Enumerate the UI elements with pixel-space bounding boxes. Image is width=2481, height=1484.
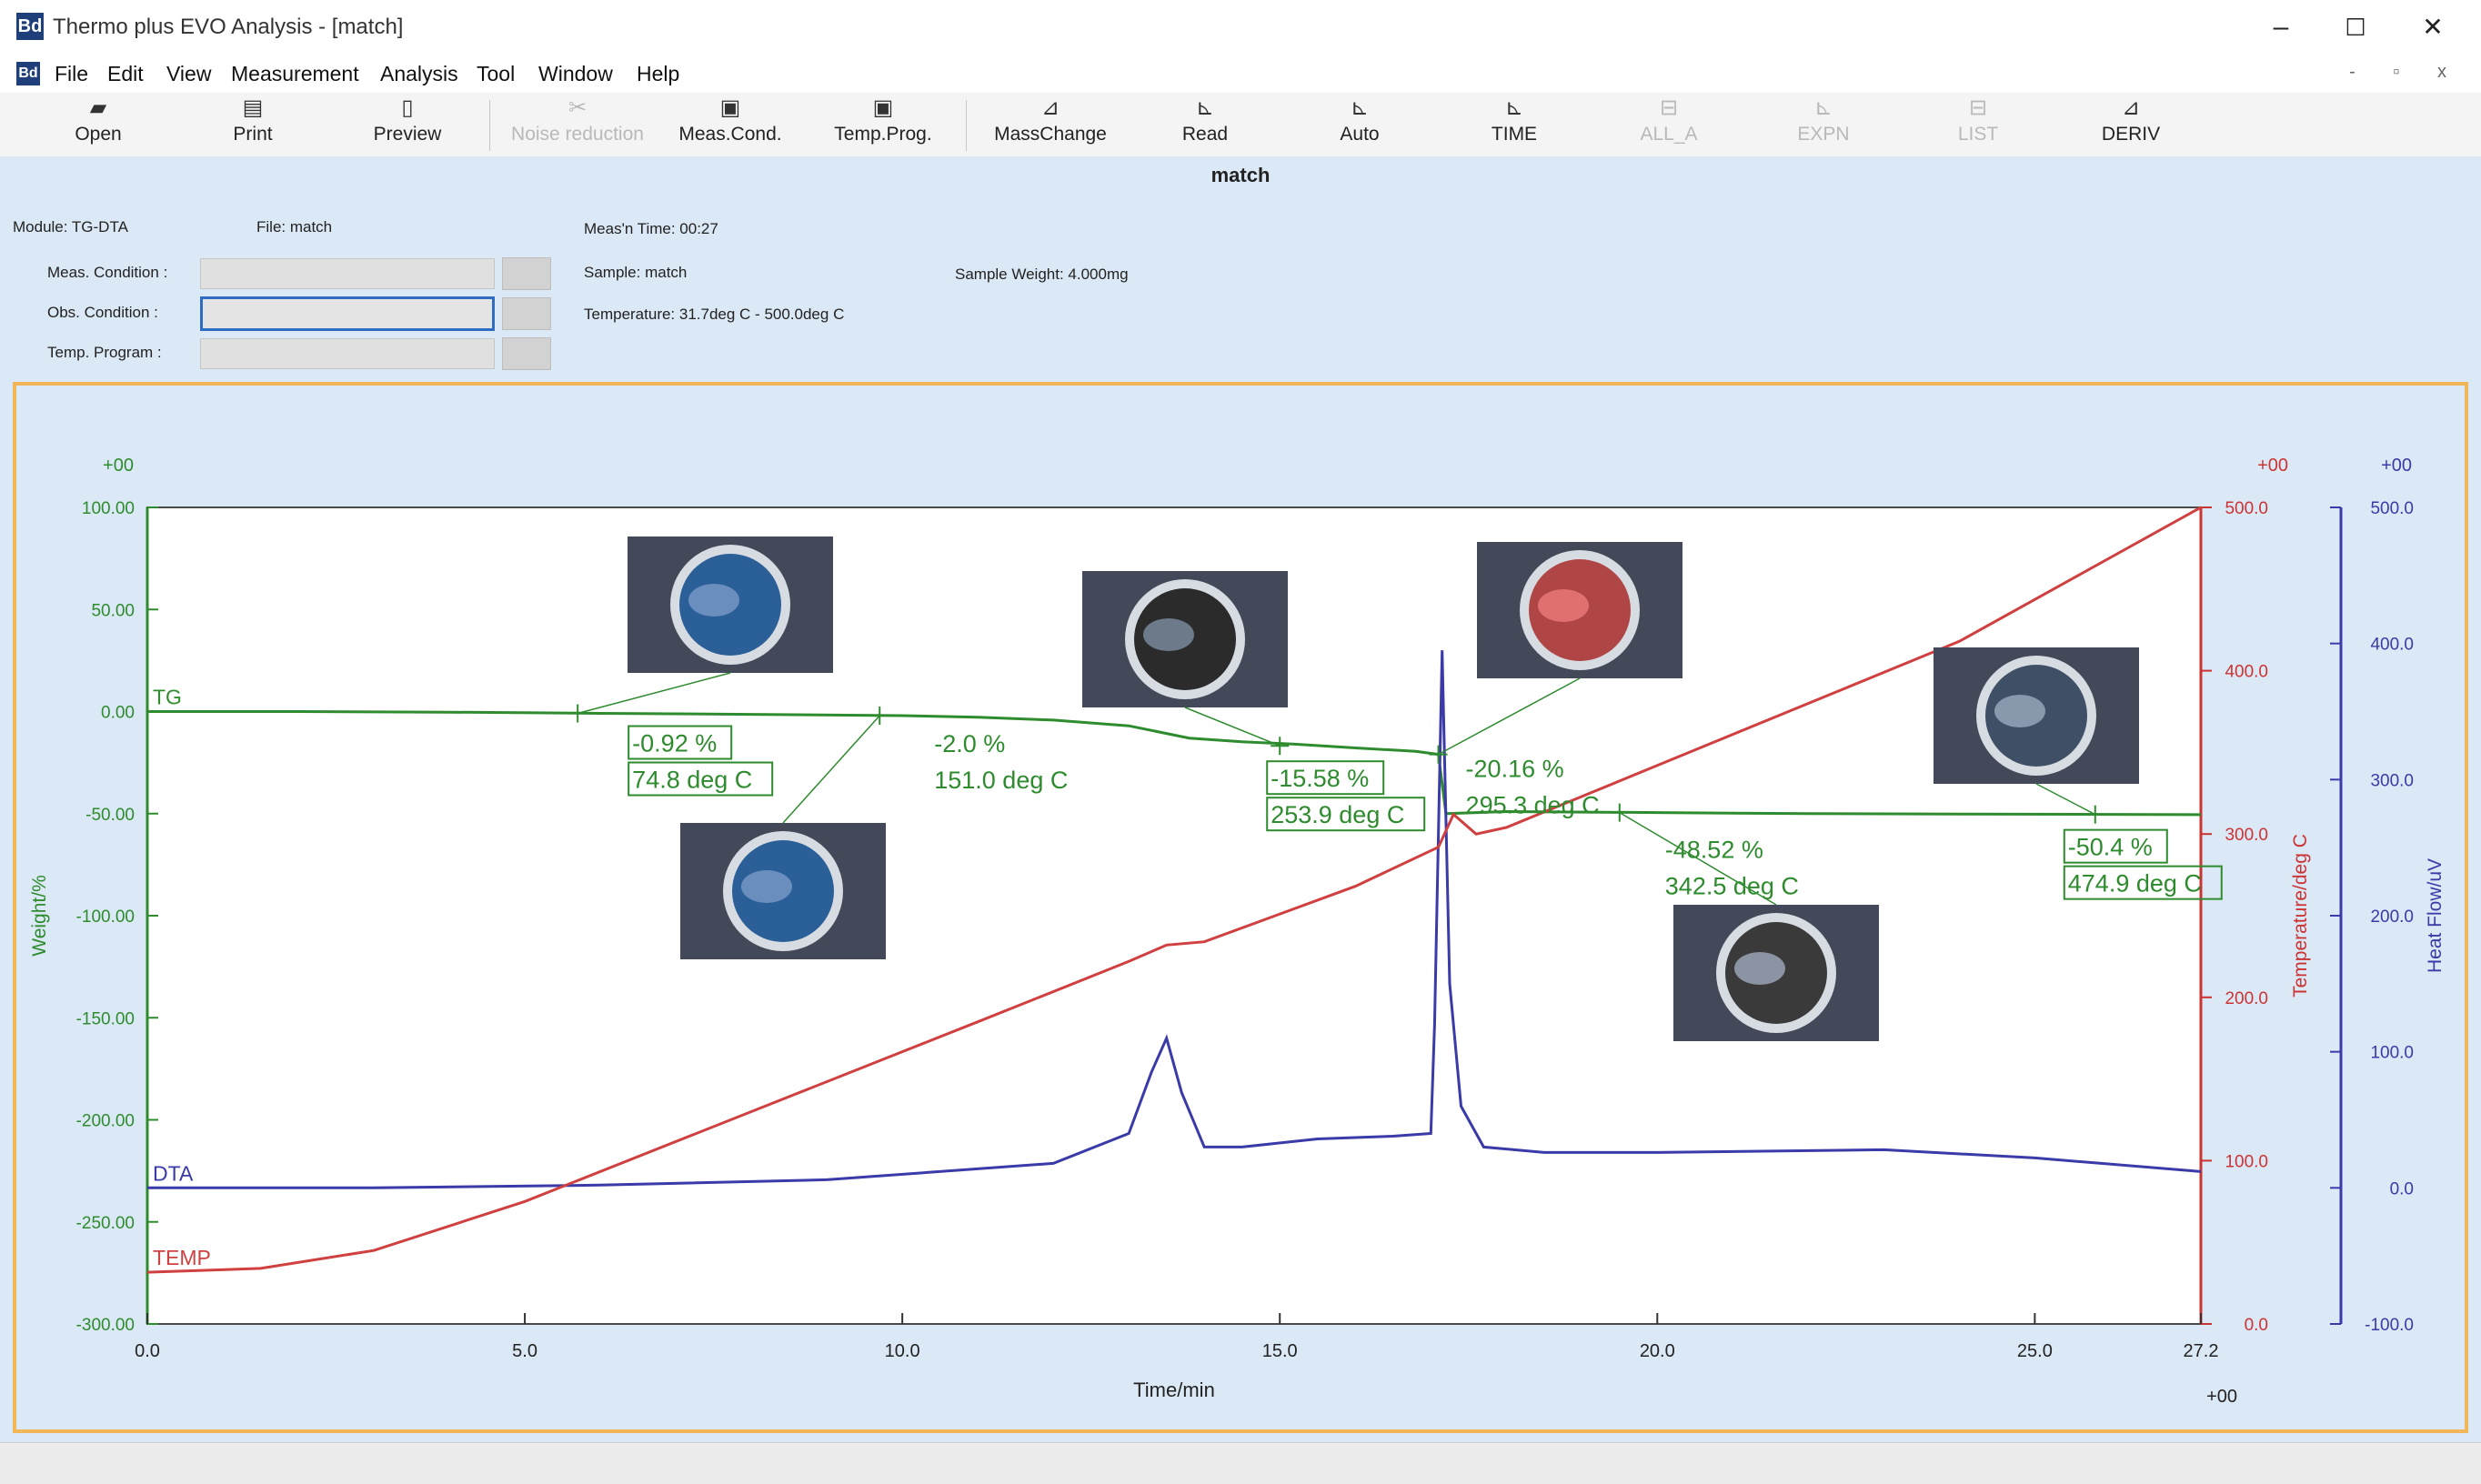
x-axis-tick-label: 15.0 — [1262, 1341, 1298, 1361]
left-axis-tick-label: -200.00 — [76, 1112, 135, 1131]
annotation-text: 342.5 deg C — [1665, 873, 1799, 900]
sample-photo-highlight — [741, 870, 792, 903]
sample-photo-thumbnail — [680, 823, 886, 959]
sample-photo-thumbnail — [628, 536, 833, 673]
x-axis-tick-label: 5.0 — [512, 1341, 537, 1361]
series-tg-label: TG — [153, 686, 182, 709]
x-axis-tick-label: 27.2 — [2184, 1341, 2219, 1361]
temperature-axis-tick-label: 500.0 — [2225, 499, 2268, 518]
annotation-text: -0.92 % — [632, 730, 717, 757]
heat-flow-axis-tick-label: 500.0 — [2370, 499, 2414, 518]
left-axis-tick-label: 50.00 — [91, 601, 135, 620]
annotation-text: -15.58 % — [1271, 765, 1369, 792]
temperature-axis-label: Temperature/deg C — [2290, 834, 2311, 998]
left-axis-tick-label: 0.00 — [101, 704, 135, 723]
annotation-text: 151.0 deg C — [934, 767, 1068, 794]
x-axis-tick-label: 25.0 — [2017, 1341, 2053, 1361]
status-bar — [0, 1442, 2481, 1484]
sample-photo-thumbnail — [1934, 647, 2139, 784]
annotation-text: -2.0 % — [934, 730, 1005, 757]
annotation-text: 74.8 deg C — [632, 767, 752, 794]
sample-photo-highlight — [688, 584, 739, 617]
heat-flow-axis-tick-label: 0.0 — [2390, 1179, 2414, 1198]
tg-dta-chart[interactable]: +00 100.00 50.00 0.00 -50.00 -100.00 -150.00 -2… — [0, 0, 2481, 1483]
temperature-axis-tick-label: 0.0 — [2245, 1316, 2268, 1335]
x-axis-exponent: +00 — [2206, 1387, 2237, 1407]
heat-flow-axis-exponent: +00 — [2381, 456, 2412, 476]
annotation-text: -48.52 % — [1665, 837, 1763, 864]
left-axis-exponent: +00 — [103, 456, 134, 476]
left-axis-tick-label: -100.00 — [76, 907, 135, 927]
annotation-text: -50.4 % — [2068, 834, 2153, 861]
left-axis-tick-label: -150.00 — [76, 1009, 135, 1028]
heat-flow-axis-tick-label: -100.0 — [2365, 1316, 2414, 1335]
annotation-text: -20.16 % — [1466, 756, 1564, 783]
left-axis-tick-label: 100.00 — [82, 499, 135, 518]
temperature-axis-exponent: +00 — [2257, 456, 2288, 476]
sample-photo-thumbnail — [1082, 571, 1288, 707]
annotation-text: 474.9 deg C — [2068, 870, 2202, 897]
series-temp-label: TEMP — [153, 1246, 211, 1269]
x-axis-label: Time/min — [1133, 1379, 1215, 1401]
left-axis-tick-label: -250.00 — [76, 1214, 135, 1233]
sample-photo-highlight — [1994, 695, 2045, 727]
sample-photo-thumbnail — [1673, 905, 1879, 1041]
x-axis-tick-label: 20.0 — [1640, 1341, 1675, 1361]
sample-photo-highlight — [1734, 952, 1785, 985]
temperature-axis-tick-label: 400.0 — [2225, 663, 2268, 682]
left-axis-label: Weight/% — [29, 875, 50, 957]
left-axis-tick-label: -300.00 — [76, 1316, 135, 1335]
heat-flow-axis-label: Heat Flow/uV — [2425, 858, 2446, 973]
left-axis-tick-label: -50.00 — [85, 806, 135, 825]
x-axis-tick-label: 0.0 — [135, 1341, 160, 1361]
heat-flow-axis-tick-label: 100.0 — [2370, 1044, 2414, 1063]
heat-flow-axis-tick-label: 400.0 — [2370, 636, 2414, 655]
x-axis-tick-label: 10.0 — [885, 1341, 920, 1361]
sample-photo-highlight — [1538, 589, 1589, 622]
heat-flow-axis-tick-label: 300.0 — [2370, 771, 2414, 790]
heat-flow-axis-tick-label: 200.0 — [2370, 907, 2414, 927]
series-dta-label: DTA — [153, 1161, 194, 1185]
sample-photo-highlight — [1143, 618, 1194, 651]
temperature-axis-tick-label: 300.0 — [2225, 826, 2268, 845]
sample-photo-thumbnail — [1477, 542, 1682, 678]
annotation-text: 295.3 deg C — [1466, 792, 1600, 819]
annotation-text: 253.9 deg C — [1271, 801, 1404, 828]
temperature-axis-tick-label: 200.0 — [2225, 989, 2268, 1008]
temperature-axis-tick-label: 100.0 — [2225, 1152, 2268, 1171]
